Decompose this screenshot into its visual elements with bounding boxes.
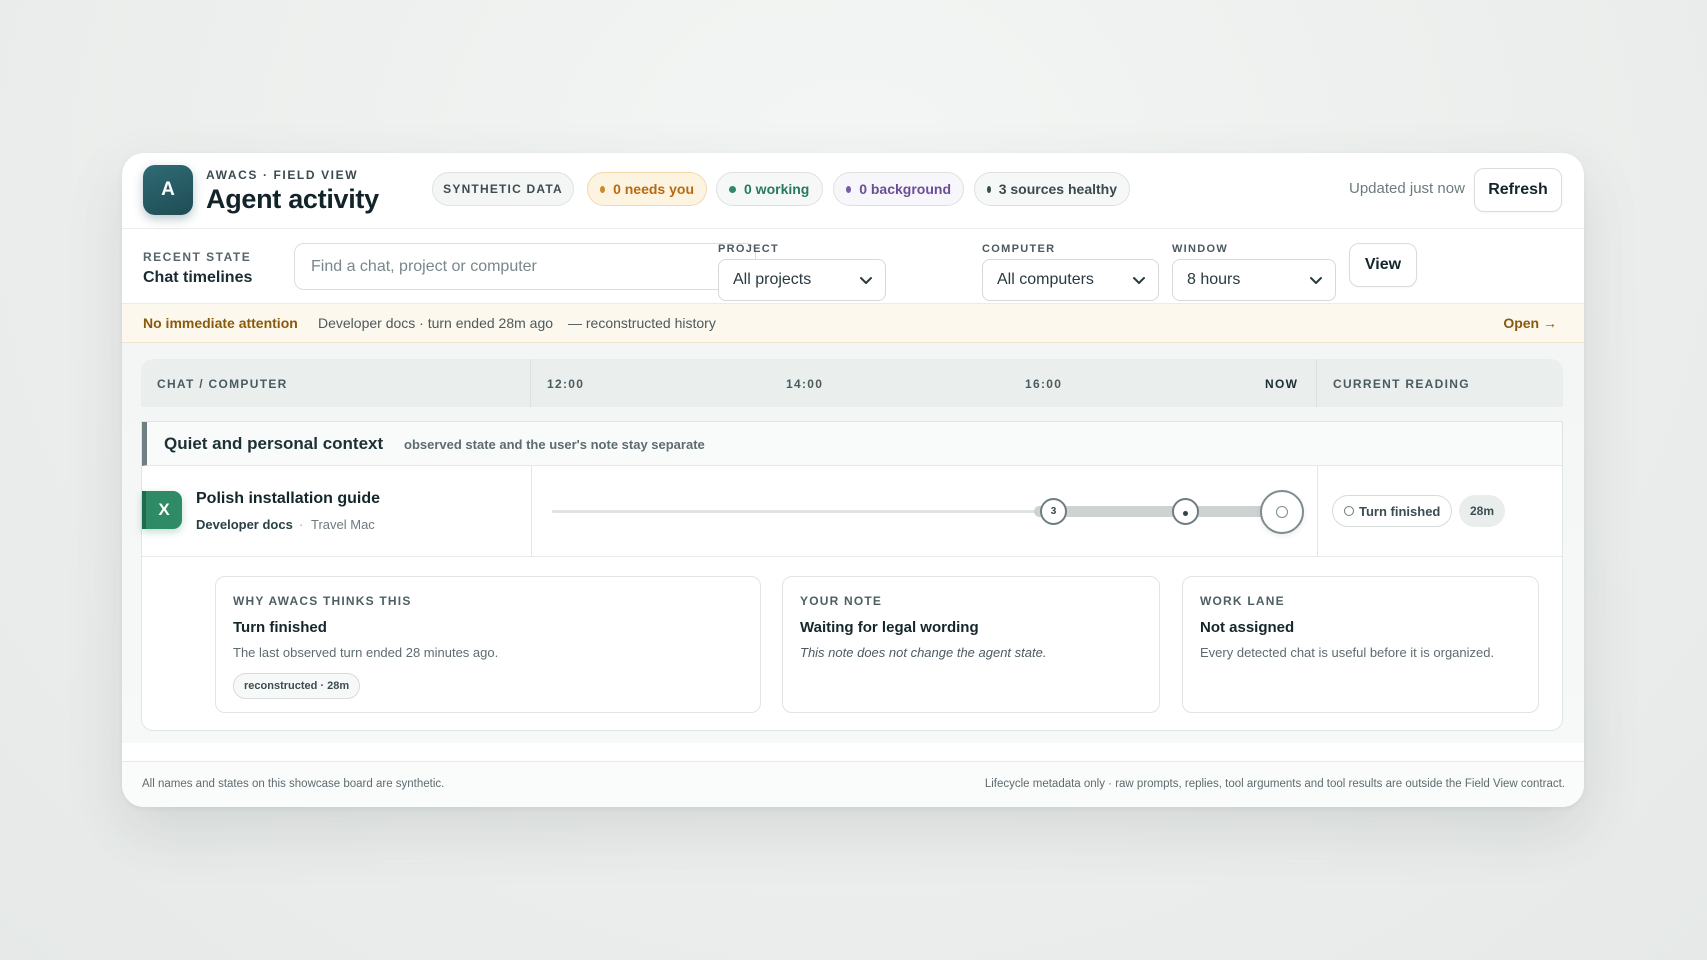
project-label: PROJECT — [718, 243, 780, 255]
needs-you-label: 0 needs you — [613, 181, 694, 197]
timeline-header: CHAT / COMPUTER 12:00 14:00 16:00 NOW CU… — [141, 359, 1563, 407]
attention-title: No immediate attention — [143, 315, 298, 331]
window-select-value: 8 hours — [1187, 271, 1241, 288]
reading-badge: Turn finished — [1332, 495, 1453, 527]
tick-label: 16:00 — [1025, 377, 1063, 391]
turn-count-marker[interactable]: 3 — [1040, 498, 1067, 525]
column-header-reading: CURRENT READING — [1333, 377, 1470, 391]
why-title: Turn finished — [233, 619, 327, 636]
tick-label: 12:00 — [547, 377, 585, 391]
background-dot-icon — [846, 185, 852, 193]
note-panel[interactable]: YOUR NOTE Waiting for legal wording This… — [782, 576, 1160, 713]
group-subtitle: observed state and the user's note stay … — [404, 437, 705, 452]
tick-label-now: NOW — [1265, 377, 1299, 391]
open-link[interactable]: Open → — [1503, 315, 1557, 331]
app-logo: A — [143, 165, 193, 215]
chevron-down-icon — [1133, 277, 1145, 284]
page-title: Agent activity — [206, 184, 379, 214]
timeline-area: CHAT / COMPUTER 12:00 14:00 16:00 NOW CU… — [122, 343, 1584, 743]
reading-label: Turn finished — [1359, 503, 1441, 519]
project-select[interactable]: All projects — [718, 259, 886, 301]
footer: All names and states on this showcase bo… — [122, 761, 1584, 807]
working-label: 0 working — [744, 181, 810, 197]
chat-title[interactable]: Polish installation guide — [196, 490, 380, 508]
column-header-chat: CHAT / COMPUTER — [157, 377, 288, 391]
column-divider — [1317, 466, 1318, 557]
column-divider — [531, 466, 532, 557]
turn-marker[interactable] — [1172, 498, 1199, 525]
attention-detail: Developer docs · turn ended 28m ago — [318, 315, 554, 331]
current-state-marker[interactable] — [1260, 490, 1304, 534]
chat-computer: Travel Mac — [311, 517, 375, 532]
synthetic-data-badge: SYNTHETIC DATA — [432, 172, 574, 206]
column-divider — [530, 359, 531, 407]
chevron-down-icon — [1310, 277, 1322, 284]
status-ring-icon — [1344, 506, 1354, 516]
window-label: WINDOW — [1172, 243, 1229, 255]
chat-app-icon: X — [142, 491, 182, 529]
section-title: Chat timelines — [143, 269, 253, 286]
sources-health-pill[interactable]: 3 sources healthy — [974, 172, 1130, 206]
synthetic-data-label: SYNTHETIC DATA — [443, 182, 563, 196]
work-lane-panel[interactable]: WORK LANE Not assigned Every detected ch… — [1182, 576, 1539, 713]
attention-banner: No immediate attention Developer docs · … — [122, 303, 1584, 343]
updated-timestamp: Updated just now — [1349, 180, 1465, 197]
project-select-value: All projects — [733, 271, 812, 288]
lane-title: Not assigned — [1200, 619, 1295, 636]
why-panel: WHY AWACS THINKS THIS Turn finished The … — [215, 576, 761, 713]
filter-bar: RECENT STATE Chat timelines PROJECT All … — [122, 229, 1584, 303]
lane-eyebrow: WORK LANE — [1200, 594, 1285, 608]
needs-you-dot-icon — [600, 185, 606, 193]
sources-dot-icon — [987, 185, 991, 193]
timeline-active-span — [1034, 506, 1284, 517]
note-eyebrow: YOUR NOTE — [800, 594, 883, 608]
needs-you-filter[interactable]: 0 needs you — [587, 172, 707, 206]
note-title: Waiting for legal wording — [800, 619, 979, 636]
chat-row[interactable]: X Polish installation guide Developer do… — [142, 466, 1562, 557]
view-button[interactable]: View — [1349, 243, 1417, 287]
group-header[interactable]: Quiet and personal context observed stat… — [142, 422, 1562, 466]
timeline-group: Quiet and personal context observed stat… — [141, 421, 1563, 731]
window-select[interactable]: 8 hours — [1172, 259, 1336, 301]
why-text: The last observed turn ended 28 minutes … — [233, 645, 499, 660]
agent-activity-card: A AWACS · FIELD VIEW Agent activity SYNT… — [122, 153, 1584, 807]
tick-label: 14:00 — [786, 377, 824, 391]
lane-text: Every detected chat is useful before it … — [1200, 645, 1495, 660]
age-badge: 28m — [1459, 495, 1505, 527]
working-dot-icon — [729, 185, 736, 193]
group-title: Quiet and personal context — [164, 434, 384, 453]
header: A AWACS · FIELD VIEW Agent activity SYNT… — [122, 153, 1584, 229]
reconstructed-tag: reconstructed · 28m — [233, 673, 361, 699]
recent-state-eyebrow: RECENT STATE — [143, 250, 252, 264]
chat-project: Developer docs — [196, 517, 293, 532]
sources-label: 3 sources healthy — [998, 181, 1117, 197]
computer-select[interactable]: All computers — [982, 259, 1159, 301]
brand-eyebrow: AWACS · FIELD VIEW — [206, 168, 359, 182]
chevron-down-icon — [860, 277, 872, 284]
chat-separator: · — [299, 517, 304, 532]
why-eyebrow: WHY AWACS THINKS THIS — [233, 594, 412, 608]
column-divider — [1316, 359, 1317, 407]
computer-select-value: All computers — [997, 271, 1094, 288]
computer-label: COMPUTER — [982, 243, 1056, 255]
footer-disclaimer: All names and states on this showcase bo… — [142, 778, 445, 790]
background-filter[interactable]: 0 background — [833, 172, 964, 206]
background-label: 0 background — [859, 181, 951, 197]
footer-contract-note: Lifecycle metadata only · raw prompts, r… — [984, 778, 1565, 790]
working-filter[interactable]: 0 working — [716, 172, 823, 206]
reconstructed-note: — reconstructed history — [568, 315, 716, 331]
refresh-button[interactable]: Refresh — [1474, 168, 1562, 212]
search-input[interactable] — [294, 243, 756, 290]
note-text: This note does not change the agent stat… — [800, 645, 1047, 660]
